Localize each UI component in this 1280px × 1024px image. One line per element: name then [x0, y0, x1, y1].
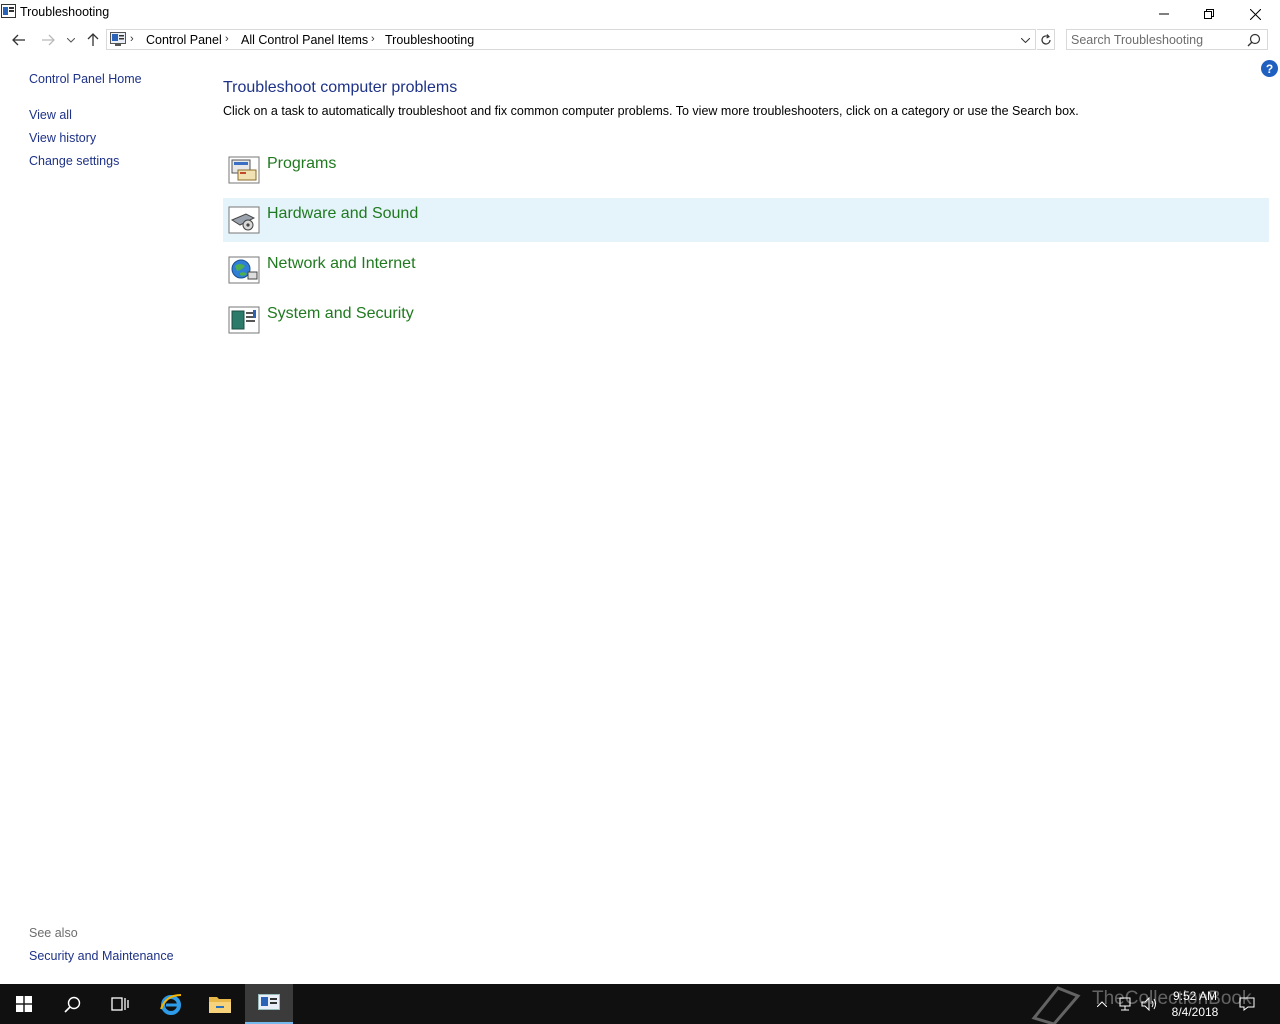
category-system-and-security[interactable]: System and Security	[223, 298, 1269, 342]
control-panel-icon	[110, 32, 126, 46]
up-button[interactable]	[82, 30, 104, 50]
search-box[interactable]	[1066, 29, 1268, 50]
system-security-icon	[228, 306, 260, 334]
notification-icon	[1239, 997, 1255, 1011]
network-tray-button[interactable]	[1116, 984, 1136, 1024]
navigation-bar: › Control Panel › All Control Panel Item…	[0, 28, 1280, 52]
task-view-icon	[111, 997, 129, 1011]
back-arrow-icon	[12, 34, 25, 46]
page-title: Troubleshoot computer problems	[223, 79, 458, 96]
breadcrumb-control-panel[interactable]: Control Panel	[146, 33, 222, 47]
chevron-down-icon	[67, 37, 75, 43]
minimize-button[interactable]	[1141, 0, 1187, 28]
volume-tray-button[interactable]	[1140, 984, 1160, 1024]
watermark-book-icon	[1031, 986, 1081, 1024]
search-input[interactable]	[1071, 31, 1241, 48]
up-arrow-icon	[87, 33, 99, 46]
security-maintenance-link[interactable]: Security and Maintenance	[29, 949, 174, 963]
troubleshooting-app-icon	[1, 4, 16, 18]
refresh-icon	[1040, 33, 1051, 45]
page-description: Click on a task to automatically trouble…	[223, 104, 1079, 118]
close-icon	[1249, 8, 1261, 20]
search-icon	[1247, 33, 1261, 47]
window-title: Troubleshooting	[20, 5, 110, 19]
breadcrumb-all-items[interactable]: All Control Panel Items	[241, 33, 368, 47]
address-bar[interactable]: › Control Panel › All Control Panel Item…	[106, 29, 1036, 50]
category-label: Network and Internet	[267, 255, 416, 272]
category-network-and-internet[interactable]: Network and Internet	[223, 248, 1269, 292]
breadcrumb-troubleshooting[interactable]: Troubleshooting	[385, 33, 474, 47]
taskbar-clock[interactable]: 9:52 AM 8/4/2018	[1160, 988, 1230, 1020]
clock-date: 8/4/2018	[1171, 1005, 1219, 1019]
restore-button[interactable]	[1186, 0, 1232, 28]
breadcrumb-separator: ›	[130, 33, 134, 45]
forward-arrow-icon	[42, 34, 55, 46]
folder-icon	[209, 997, 231, 1013]
task-view-button[interactable]	[96, 984, 144, 1024]
search-icon	[63, 996, 80, 1013]
control-panel-home-link[interactable]: Control Panel Home	[29, 72, 142, 86]
title-bar: Troubleshooting	[0, 0, 1280, 28]
network-tray-icon	[1119, 997, 1131, 1011]
hardware-sound-icon	[228, 206, 260, 234]
see-also-label: See also	[29, 926, 78, 940]
clock-time: 9:52 AM	[1172, 989, 1218, 1003]
change-settings-link[interactable]: Change settings	[29, 154, 119, 168]
back-button[interactable]	[8, 30, 30, 50]
programs-icon	[228, 156, 260, 184]
show-hidden-icons-button[interactable]	[1094, 984, 1110, 1024]
address-dropdown-button[interactable]	[1017, 32, 1033, 48]
category-label: Hardware and Sound	[267, 205, 419, 222]
breadcrumb-separator: ›	[225, 33, 229, 45]
taskbar-search-button[interactable]	[48, 984, 96, 1024]
start-button[interactable]	[0, 984, 48, 1024]
windows-logo-icon	[16, 996, 32, 1012]
action-center-button[interactable]	[1234, 984, 1260, 1024]
control-panel-taskbar-button[interactable]	[245, 984, 293, 1024]
category-label: System and Security	[267, 305, 414, 322]
internet-explorer-button[interactable]	[147, 984, 195, 1024]
category-programs[interactable]: Programs	[223, 148, 1269, 192]
taskbar: TheCollectionBook 9:52 AM 8/4/2018	[0, 984, 1280, 1024]
view-history-link[interactable]: View history	[29, 131, 96, 145]
forward-button[interactable]	[37, 30, 59, 50]
category-label: Programs	[267, 155, 337, 172]
chevron-up-icon	[1097, 1001, 1107, 1007]
control-panel-icon	[258, 994, 280, 1010]
help-button[interactable]: ?	[1261, 60, 1278, 77]
category-hardware-and-sound[interactable]: Hardware and Sound	[223, 198, 1269, 242]
help-icon: ?	[1265, 61, 1274, 76]
chevron-down-icon	[1020, 37, 1030, 43]
refresh-button[interactable]	[1037, 29, 1055, 50]
file-explorer-button[interactable]	[196, 984, 244, 1024]
recent-locations-button[interactable]	[61, 30, 81, 50]
close-button[interactable]	[1232, 0, 1278, 28]
restore-icon	[1204, 9, 1214, 19]
internet-explorer-icon	[160, 994, 182, 1015]
minimize-icon	[1159, 13, 1169, 15]
speaker-icon	[1141, 997, 1156, 1011]
network-icon	[228, 256, 260, 284]
view-all-link[interactable]: View all	[29, 108, 72, 122]
breadcrumb-separator: ›	[371, 33, 375, 45]
